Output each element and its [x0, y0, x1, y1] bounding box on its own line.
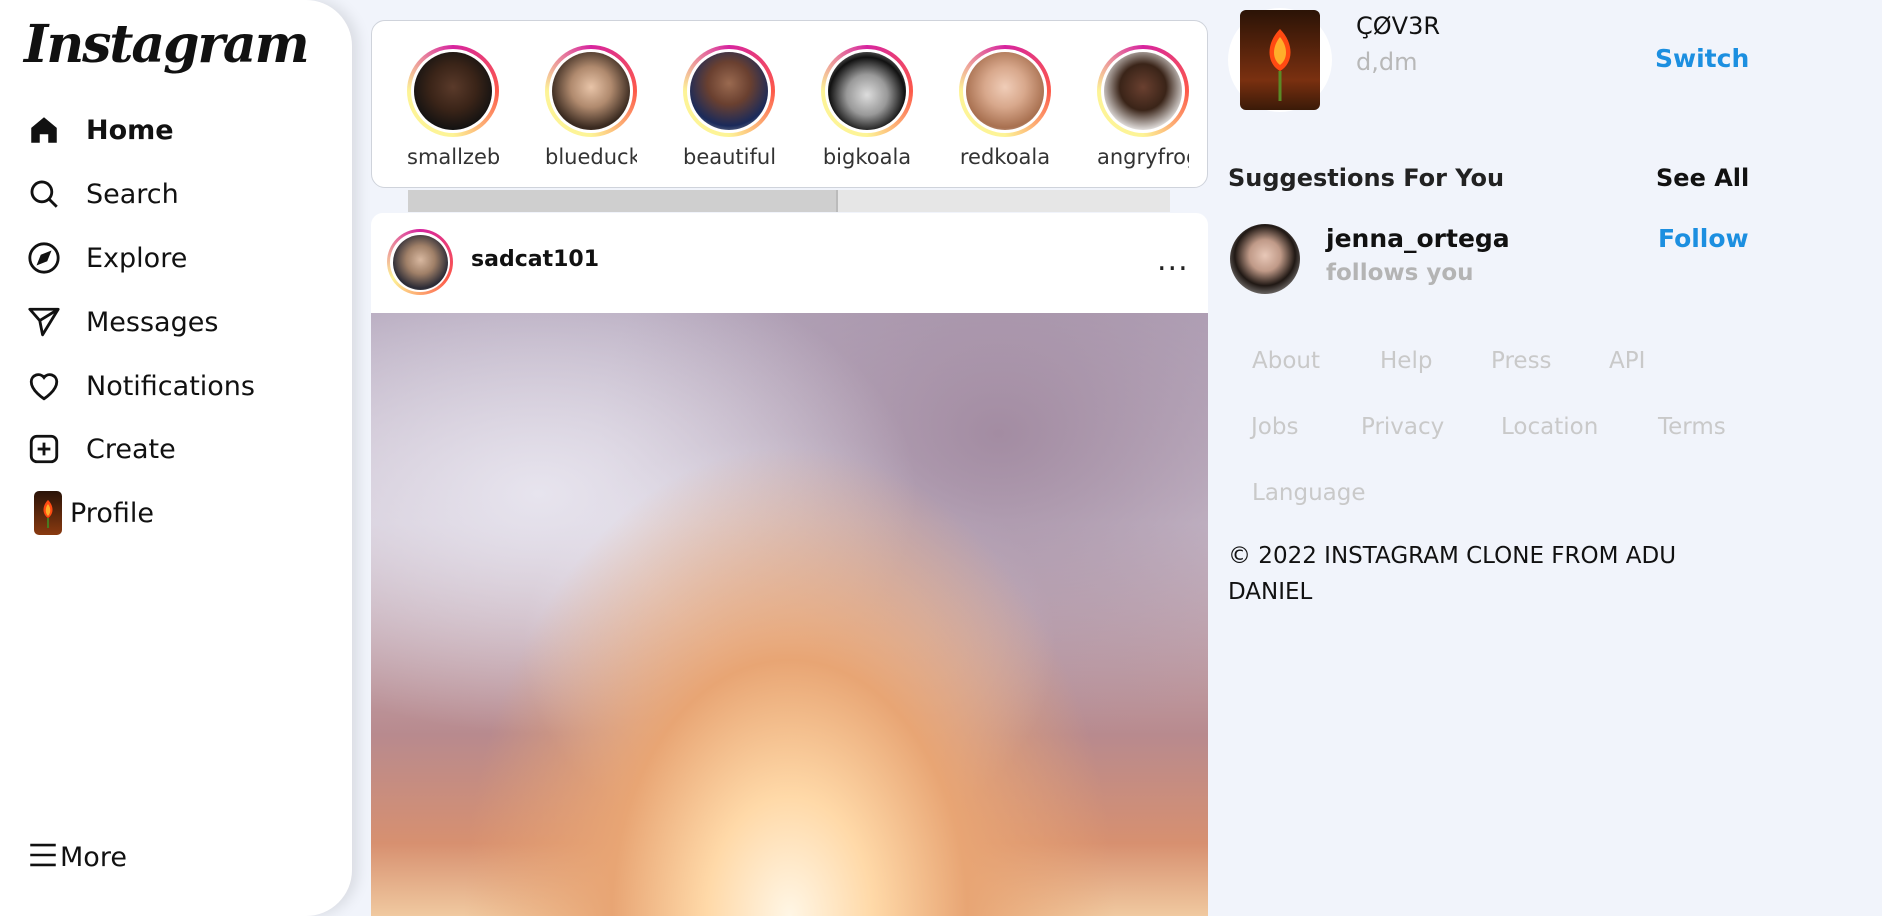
copyright-text: © 2022 INSTAGRAM CLONE FROM ADU DANIEL	[1228, 543, 1677, 605]
story-item[interactable]: bigkoala	[821, 45, 913, 169]
sidebar: Instagram Home Search Explore Messages N…	[0, 0, 310, 916]
story-avatar	[966, 52, 1044, 130]
story-username: smallzebra	[407, 145, 499, 169]
footer-link-language[interactable]: Language	[1252, 480, 1366, 506]
suggestion-subtitle: follows you	[1326, 260, 1474, 286]
switch-account-button[interactable]: Switch	[1655, 44, 1749, 73]
story-username: beautiful	[683, 145, 775, 169]
follow-button[interactable]: Follow	[1658, 224, 1749, 253]
story-username: blueduck	[545, 145, 637, 169]
suggestion-username[interactable]: jenna_ortega	[1326, 224, 1510, 253]
sidebar-item-label: Profile	[70, 497, 154, 529]
send-icon	[26, 304, 62, 340]
current-user-name: d,dm	[1356, 48, 1418, 76]
sidebar-item-label: Explore	[86, 242, 188, 274]
scrollbar-thumb[interactable]	[408, 190, 838, 212]
footer-link-api[interactable]: API	[1609, 348, 1645, 374]
menu-icon	[26, 838, 60, 876]
story-ring	[1097, 45, 1189, 137]
post-author-avatar[interactable]	[387, 229, 453, 295]
stories-bar: smallzebra blueduck beautiful bigkoala r…	[371, 20, 1208, 188]
post-header: sadcat101 ...	[371, 213, 1208, 313]
suggestions-heading: Suggestions For You	[1228, 164, 1505, 192]
sidebar-item-label: Home	[86, 114, 174, 146]
story-username: redkoala	[959, 145, 1051, 169]
feed-post: sadcat101 ...	[371, 213, 1208, 916]
tulip-photo	[1240, 10, 1320, 110]
story-item[interactable]: smallzebra	[407, 45, 499, 169]
story-ring	[545, 45, 637, 137]
suggestion-avatar[interactable]	[1230, 224, 1300, 294]
compass-icon	[26, 240, 62, 276]
sidebar-item-search[interactable]: Search	[26, 172, 179, 216]
story-ring	[821, 45, 913, 137]
footer-link-location[interactable]: Location	[1501, 414, 1598, 440]
sidebar-item-label: Messages	[86, 306, 219, 338]
heart-icon	[26, 368, 62, 404]
story-avatar	[690, 52, 768, 130]
sidebar-item-label: Create	[86, 433, 176, 465]
sidebar-item-home[interactable]: Home	[26, 108, 174, 152]
sidebar-item-label: Search	[86, 178, 179, 210]
footer-link-jobs[interactable]: Jobs	[1251, 414, 1298, 440]
home-icon	[26, 112, 62, 148]
story-ring	[683, 45, 775, 137]
footer-link-about[interactable]: About	[1252, 348, 1320, 374]
story-avatar	[414, 52, 492, 130]
story-ring	[959, 45, 1051, 137]
sidebar-item-messages[interactable]: Messages	[26, 300, 218, 344]
footer-link-privacy[interactable]: Privacy	[1361, 414, 1444, 440]
story-item[interactable]: beautiful	[683, 45, 775, 169]
sidebar-item-notifications[interactable]: Notifications	[26, 364, 255, 408]
sidebar-item-label: More	[60, 841, 127, 873]
story-item[interactable]: blueduck	[545, 45, 637, 169]
post-username[interactable]: sadcat101	[471, 247, 599, 272]
see-all-link[interactable]: See All	[1656, 164, 1749, 192]
story-avatar	[1104, 52, 1182, 130]
story-ring	[407, 45, 499, 137]
current-user-avatar[interactable]	[1228, 8, 1332, 112]
sidebar-item-label: Notifications	[86, 370, 255, 402]
current-username[interactable]: ÇØV3R	[1356, 12, 1440, 40]
post-avatar-photo	[392, 234, 448, 290]
story-username: bigkoala	[822, 145, 912, 169]
sidebar-edge	[296, 0, 352, 916]
story-item[interactable]: angryfrog	[1097, 45, 1189, 169]
story-item[interactable]: redkoala	[959, 45, 1051, 169]
footer-link-terms[interactable]: Terms	[1658, 414, 1726, 440]
more-options-icon[interactable]: ...	[1157, 243, 1189, 278]
sidebar-item-more[interactable]: More	[26, 838, 127, 876]
search-icon	[26, 176, 62, 212]
story-avatar	[828, 52, 906, 130]
sidebar-item-create[interactable]: Create	[26, 427, 176, 471]
sidebar-item-explore[interactable]: Explore	[26, 236, 187, 280]
story-avatar	[552, 52, 630, 130]
story-username: angryfrog	[1097, 145, 1189, 169]
post-image[interactable]	[371, 313, 1208, 916]
instagram-logo[interactable]: Instagram	[24, 14, 310, 75]
footer-link-press[interactable]: Press	[1491, 348, 1552, 374]
profile-avatar	[34, 491, 62, 535]
plus-square-icon	[26, 431, 62, 467]
stories-scrollbar[interactable]	[408, 190, 1170, 212]
footer-link-help[interactable]: Help	[1380, 348, 1432, 374]
sidebar-item-profile[interactable]: Profile	[26, 491, 154, 535]
